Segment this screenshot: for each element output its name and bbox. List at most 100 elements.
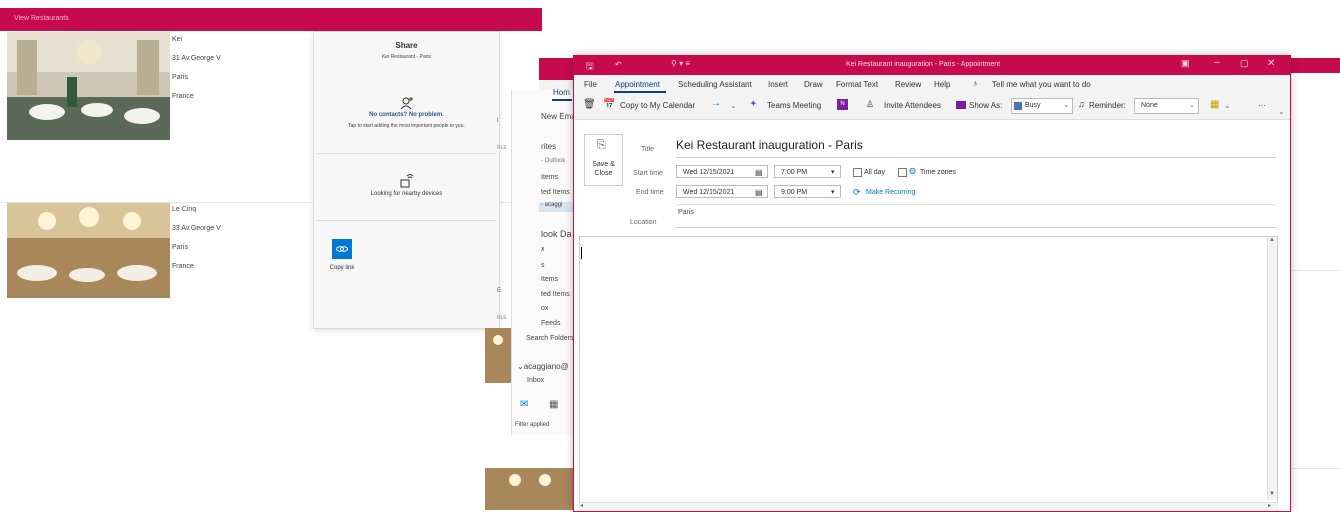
folder-item[interactable]: Feeds: [541, 320, 560, 327]
account-group-header[interactable]: look Da: [541, 229, 572, 239]
reminder-select[interactable]: None ⌄: [1134, 98, 1199, 114]
title-field[interactable]: Kei Restaurant inauguration - Paris: [676, 138, 863, 152]
link-icon: [336, 246, 348, 252]
folder-item[interactable]: ted Items: [541, 189, 570, 196]
restaurant-image-kei[interactable]: [7, 32, 170, 140]
start-date-field[interactable]: Wed 12/15/2021 ▤: [676, 165, 768, 178]
teams-meeting-button[interactable]: Teams Meeting: [767, 101, 821, 110]
copy-link-button[interactable]: [332, 239, 352, 259]
start-time-field[interactable]: 7:00 PM ▾: [774, 165, 841, 178]
save-close-icon: ⎘: [597, 139, 606, 151]
tab-appointment[interactable]: Appointment: [615, 80, 660, 89]
time-zones-checkbox[interactable]: [898, 168, 907, 177]
end-date-field[interactable]: Wed 12/15/2021 ▤: [676, 185, 768, 198]
calendar-icon[interactable]: ▤: [755, 166, 763, 179]
folder-item[interactable]: Items: [541, 276, 558, 283]
busy-color-swatch: [1014, 102, 1022, 110]
appointment-body-editor[interactable]: ▲ ▼: [579, 236, 1278, 503]
tab-draw[interactable]: Draw: [804, 80, 823, 89]
side-label: RLE: [497, 145, 507, 151]
favorites-header[interactable]: rites: [541, 142, 556, 151]
chevron-down-icon[interactable]: ⌄: [1063, 100, 1070, 109]
restaurant-street: 31 Av.George V: [172, 55, 221, 62]
tell-me-search[interactable]: Tell me what you want to do: [992, 80, 1091, 89]
folder-item[interactable]: ted Items: [541, 291, 570, 298]
vertical-scrollbar[interactable]: ▲ ▼: [1267, 237, 1277, 500]
tab-format-text[interactable]: Format Text: [836, 80, 878, 89]
restaurant-thumbnail: [485, 328, 511, 383]
globe-icon: ◍: [909, 166, 916, 175]
show-as-value: Busy: [1025, 102, 1041, 109]
divider: [676, 227, 1276, 228]
restaurant-card-kei[interactable]: Kei 31 Av.George V Paris France: [172, 30, 221, 106]
onenote-icon[interactable]: N: [837, 99, 848, 110]
folder-item[interactable]: Search Folders: [526, 335, 573, 342]
outlook-main-titlebar-right: [1289, 58, 1340, 73]
scroll-up-icon[interactable]: ▲: [1269, 237, 1275, 243]
scroll-left-icon[interactable]: ◂: [580, 502, 583, 509]
app-header-title[interactable]: View Restaurants: [14, 15, 69, 22]
ribbon-display-icon[interactable]: ▣: [1181, 58, 1190, 69]
time-zones-label: Time zones: [920, 169, 956, 176]
delete-icon[interactable]: 🗑: [583, 99, 596, 110]
save-close-button[interactable]: ⎘ Save & Close: [584, 134, 623, 186]
tab-insert[interactable]: Insert: [768, 80, 788, 89]
reminder-label: Reminder:: [1089, 101, 1126, 110]
chevron-down-icon[interactable]: ▾: [831, 166, 835, 179]
location-value[interactable]: Paris: [678, 209, 694, 216]
tab-file[interactable]: File: [584, 80, 597, 89]
more-options-button[interactable]: ···: [1258, 101, 1266, 110]
new-email-button[interactable]: New Ema: [541, 112, 576, 121]
folder-item[interactable]: x: [541, 246, 545, 253]
folder-item[interactable]: s: [541, 262, 545, 269]
save-close-label: Save & Close: [592, 161, 615, 177]
divider: [317, 220, 496, 221]
chevron-down-icon[interactable]: ⌄: [730, 101, 737, 110]
calendar-icon[interactable]: ▦: [549, 399, 558, 410]
invite-attendees-button[interactable]: Invite Attendees: [884, 101, 941, 110]
scroll-right-icon[interactable]: ▸: [1268, 502, 1271, 509]
maximize-icon[interactable]: ▢: [1240, 58, 1249, 69]
close-icon[interactable]: ✕: [1267, 58, 1275, 69]
person-icon: ♙: [866, 99, 875, 109]
restaurant-image-le-cinq[interactable]: [7, 203, 170, 298]
save-icon[interactable]: 🖫: [586, 59, 594, 75]
quick-access-icon[interactable]: ⚲ ▾ ≡: [671, 59, 690, 68]
text-cursor: [581, 247, 582, 259]
mail-icon[interactable]: ✉: [520, 399, 528, 410]
no-contacts-title[interactable]: No contacts? No problem.: [314, 112, 499, 118]
share-flyout: Share Kei Restaurant - Paris No contacts…: [313, 31, 500, 329]
teams-icon: ✦: [750, 99, 757, 108]
account-name: acaggiano@: [523, 362, 569, 371]
end-time-field[interactable]: 9:00 PM ▾: [774, 185, 841, 198]
all-day-checkbox[interactable]: [853, 168, 862, 177]
tab-review[interactable]: Review: [895, 80, 921, 89]
tab-scheduling-assistant[interactable]: Scheduling Assistant: [678, 80, 752, 89]
folder-item[interactable]: ox: [541, 305, 548, 312]
folder-inbox[interactable]: Inbox: [527, 377, 544, 384]
folder-item[interactable]: Items: [541, 174, 558, 181]
ribbon-expand-icon[interactable]: ⌄: [1278, 107, 1285, 116]
tab-help[interactable]: Help: [934, 80, 950, 89]
no-contacts-text: Tap to start adding the most important p…: [348, 123, 465, 129]
account-header[interactable]: ⌄acaggiano@: [517, 362, 569, 371]
chevron-down-icon[interactable]: ▾: [831, 186, 835, 199]
copy-to-calendar-button[interactable]: Copy to My Calendar: [620, 101, 695, 110]
side-label: t: [497, 118, 499, 124]
undo-icon[interactable]: ↶: [615, 60, 622, 69]
chevron-down-icon[interactable]: ⌄: [1224, 101, 1231, 110]
forward-icon[interactable]: →: [711, 98, 721, 109]
scroll-down-icon[interactable]: ▼: [1269, 491, 1275, 497]
folder-item[interactable]: - Outlook: [541, 158, 565, 164]
lightbulb-icon: ♁: [972, 78, 979, 88]
folder-item-selected[interactable]: - acaggi: [539, 202, 575, 212]
app-header-bar: View Restaurants: [0, 8, 542, 31]
apps-icon[interactable]: ▦: [1210, 99, 1219, 110]
reminder-value: None: [1141, 102, 1158, 109]
minimize-icon[interactable]: –: [1214, 57, 1220, 68]
tab-home-underline: [552, 99, 572, 101]
restaurant-card-le-cinq[interactable]: Le Cinq 33 Av.George V Paris France: [172, 200, 221, 276]
make-recurring-link[interactable]: Make Recurring: [866, 189, 915, 196]
tab-home[interactable]: Hom: [553, 88, 570, 97]
calendar-icon[interactable]: ▤: [755, 186, 763, 199]
